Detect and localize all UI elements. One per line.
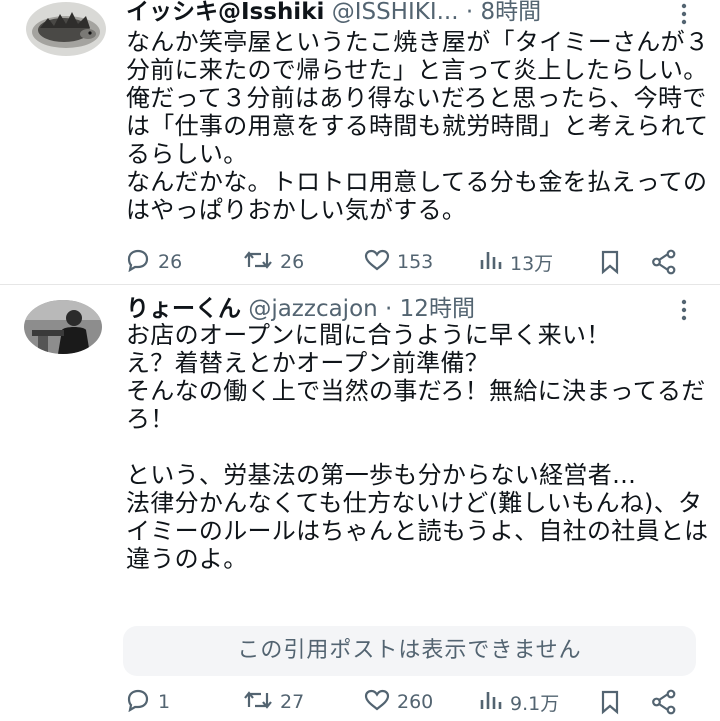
more-icon[interactable]: [678, 297, 690, 323]
repost-icon: [242, 688, 274, 717]
bookmark-icon[interactable]: [598, 248, 622, 276]
post-time[interactable]: 12時間: [400, 296, 475, 322]
bookmark-icon[interactable]: [598, 688, 622, 716]
views-icon: [478, 248, 504, 277]
post-time[interactable]: 8時間: [480, 0, 541, 25]
author-handle[interactable]: @ISSHIKI...: [332, 0, 459, 25]
share-icon[interactable]: [652, 248, 680, 276]
like-icon: [363, 248, 391, 277]
post-header: りょーくん @jazzcajon · 12時間: [126, 294, 475, 324]
post-header: イッシキ@Isshiki @ISSHIKI... · 8時間: [126, 0, 541, 27]
author-name[interactable]: りょーくん: [126, 296, 241, 322]
like-button[interactable]: 153: [363, 248, 433, 276]
separator: ·: [465, 0, 474, 25]
reply-button[interactable]: 1: [124, 688, 170, 716]
views-button[interactable]: 13万: [478, 248, 553, 276]
repost-count: 27: [280, 691, 305, 713]
like-button[interactable]: 260: [363, 688, 433, 716]
view-count: 13万: [510, 252, 554, 275]
avatar[interactable]: [26, 2, 106, 56]
view-count: 9.1万: [510, 692, 560, 715]
quoted-post-unavailable[interactable]: この引用ポストは表示できません: [123, 626, 696, 676]
repost-button[interactable]: 26: [242, 248, 304, 276]
more-icon[interactable]: [678, 1, 690, 27]
separator: ·: [385, 296, 393, 322]
like-icon: [363, 688, 391, 717]
like-count: 153: [397, 251, 434, 273]
reply-icon: [124, 248, 152, 277]
post-text: なんか笑亭屋というたこ焼き屋が「タイミーさんが３分前に来たので帰らせた」と言って…: [126, 28, 710, 224]
reply-icon: [124, 688, 152, 717]
avatar[interactable]: [24, 300, 102, 354]
repost-count: 26: [280, 251, 305, 273]
share-icon[interactable]: [652, 688, 680, 716]
reply-button[interactable]: 26: [124, 248, 182, 276]
action-bar: 1 27 260 9.1万: [124, 688, 694, 716]
repost-button[interactable]: 27: [242, 688, 304, 716]
action-bar: 26 26 153 13万: [124, 248, 694, 276]
views-icon: [478, 688, 504, 717]
author-handle[interactable]: @jazzcajon: [248, 296, 377, 322]
post: イッシキ@Isshiki @ISSHIKI... · 8時間 なんか笑亭屋という…: [0, 0, 720, 284]
post-text: お店のオープンに間に合うように早く来い！ え？着替えとかオープン前準備？ そんな…: [126, 321, 709, 573]
views-button[interactable]: 9.1万: [478, 688, 559, 716]
reply-count: 1: [158, 691, 171, 713]
author-name[interactable]: イッシキ@Isshiki: [126, 0, 324, 25]
reply-count: 26: [158, 251, 183, 273]
repost-icon: [242, 248, 274, 277]
like-count: 260: [397, 691, 434, 713]
